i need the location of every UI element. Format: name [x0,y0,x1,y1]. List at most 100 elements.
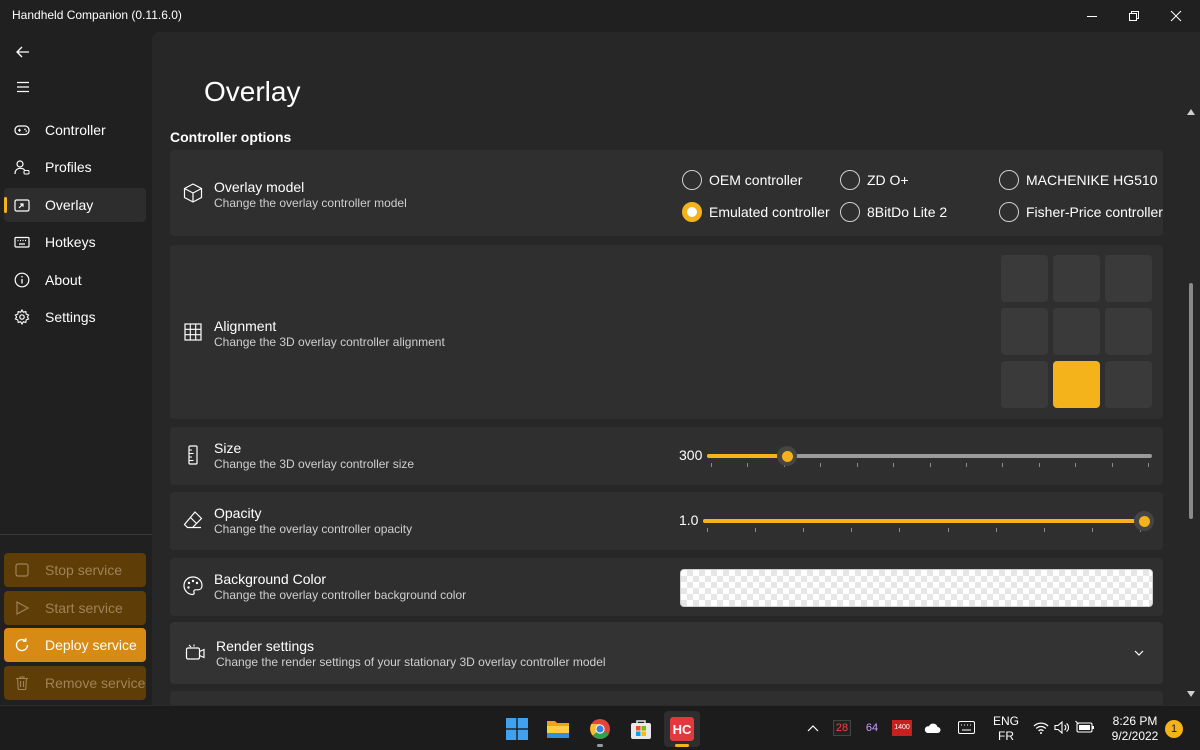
sidebar-item-hotkeys[interactable]: Hotkeys [4,225,146,259]
slider-tick [856,463,858,467]
radio-circle [999,202,1019,222]
handheld-companion-taskbar-button[interactable]: HC [664,711,700,747]
microsoft-store-button[interactable] [623,711,659,747]
eraser-icon [183,511,203,529]
alignment-cell[interactable] [1053,361,1100,408]
background-color-title: Background Color [214,571,327,587]
profiles-icon [14,160,30,175]
radio-emulated-controller[interactable]: Emulated controller [682,201,830,223]
info-icon [14,272,30,288]
alignment-cell[interactable] [1001,308,1048,355]
volume-icon[interactable] [1054,721,1070,734]
hamburger-menu-icon [17,81,29,93]
alignment-cell[interactable] [1105,361,1152,408]
back-button[interactable] [4,35,146,69]
start-service-label: Start service [45,600,123,616]
sidebar-item-overlay[interactable]: Overlay [4,188,146,222]
chevron-up-icon[interactable] [807,723,819,733]
sidebar-item-label: About [45,272,82,288]
file-explorer-button[interactable] [540,711,576,747]
onedrive-icon[interactable] [923,722,941,734]
radio-machenike-hg510[interactable]: MACHENIKE HG510 [999,169,1157,191]
remove-service-button[interactable]: Remove service [4,666,146,700]
remove-service-label: Remove service [45,675,146,691]
slider-tick [1111,463,1113,467]
radio-zd-o-plus[interactable]: ZD O+ [840,169,909,191]
scrollbar-thumb[interactable] [1189,283,1193,519]
menu-button[interactable] [4,70,146,104]
sidebar-item-label: Hotkeys [45,234,96,250]
sidebar-divider [0,534,152,535]
tray-indicator-clock[interactable]: 1400 [892,720,912,736]
size-title: Size [214,440,242,456]
render-settings-expander[interactable]: Render settings Change the render settin… [170,622,1163,684]
ruler-icon [188,445,198,465]
radio-fisher-price-controller[interactable]: Fisher-Price controller [999,201,1163,223]
close-button[interactable] [1155,0,1197,32]
slider-tick [747,463,749,467]
stop-service-button[interactable]: Stop service [4,553,146,587]
alignment-cell[interactable] [1053,255,1100,302]
opacity-value: 1.0 [679,512,699,528]
refresh-icon [15,638,29,652]
input-language[interactable]: ENG [990,714,1022,728]
slider-tick [1043,528,1045,532]
next-card-partial [170,691,1163,705]
alignment-cell[interactable] [1001,255,1048,302]
size-desc: Change the 3D overlay controller size [214,457,415,471]
sidebar-item-about[interactable]: About [4,263,146,297]
chrome-button[interactable] [582,711,618,747]
opacity-card: Opacity Change the overlay controller op… [170,492,1163,550]
alignment-cell[interactable] [1001,361,1048,408]
wifi-icon[interactable] [1033,721,1049,734]
slider-tick [947,528,949,532]
keyboard-layout[interactable]: FR [990,729,1022,743]
file-explorer-icon [547,721,569,738]
alignment-cell[interactable] [1105,308,1152,355]
overlay-model-card: Overlay model Change the overlay control… [170,150,1163,236]
slider-tick [755,528,757,532]
background-color-card: Background Color Change the overlay cont… [170,558,1163,616]
title-bar: Handheld Companion (0.11.6.0) [0,0,1200,32]
maximize-button[interactable] [1113,0,1155,32]
background-color-picker[interactable] [680,569,1153,607]
radio-circle [840,202,860,222]
alignment-cell[interactable] [1105,255,1152,302]
sidebar-item-settings[interactable]: Settings [4,300,146,334]
radio-8bitdo-lite-2[interactable]: 8BitDo Lite 2 [840,201,947,223]
sidebar-item-profiles[interactable]: Profiles [4,150,146,184]
restore-icon [1129,11,1139,21]
alignment-cell[interactable] [1053,308,1100,355]
alignment-desc: Change the 3D overlay controller alignme… [214,335,445,349]
start-service-button[interactable]: Start service [4,591,146,625]
notification-badge[interactable]: 1 [1165,720,1183,738]
slider-fill [707,454,788,458]
scroll-up-arrow-icon[interactable] [1187,109,1195,115]
vertical-scrollbar[interactable] [1186,105,1196,701]
tray-indicator-usage[interactable]: 64 [862,720,882,736]
cube-icon [183,183,203,203]
clock-time[interactable]: 8:26 PM [1104,714,1166,728]
radio-circle [999,170,1019,190]
battery-icon[interactable] [1075,720,1095,735]
chevron-down-icon[interactable] [1133,647,1145,659]
alignment-title: Alignment [214,318,277,334]
scroll-down-arrow-icon[interactable] [1187,691,1195,697]
deploy-service-button[interactable]: Deploy service [4,628,146,662]
tray-indicator-temperature[interactable]: 28 [833,720,851,736]
radio-label: 8BitDo Lite 2 [867,204,948,220]
radio-oem-controller[interactable]: OEM controller [682,169,802,191]
slider-tick [929,463,931,467]
play-icon [16,600,30,616]
slider-thumb[interactable] [1134,511,1154,531]
slider-tick [1148,463,1149,467]
sidebar-item-controller[interactable]: Controller [4,113,146,147]
touch-keyboard-icon[interactable] [958,721,975,734]
clock-date[interactable]: 9/2/2022 [1104,729,1166,743]
start-button[interactable] [499,711,535,747]
slider-thumb[interactable] [777,446,798,466]
minimize-button[interactable] [1071,0,1113,32]
stop-icon [15,563,29,577]
slider-tick [1075,463,1077,467]
opacity-desc: Change the overlay controller opacity [214,522,413,536]
